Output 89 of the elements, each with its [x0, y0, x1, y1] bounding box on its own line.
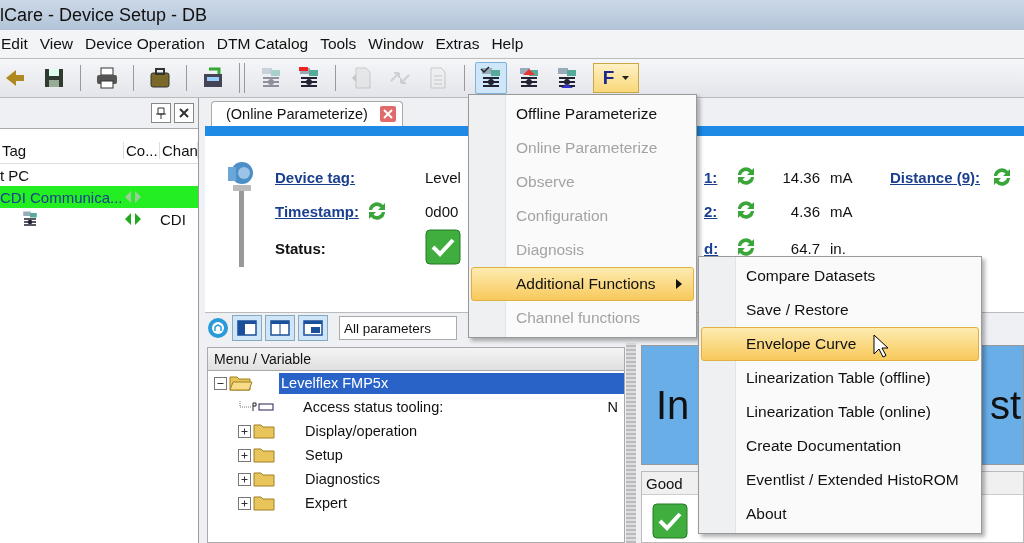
reading-value: 4.36: [790, 202, 820, 220]
layout-button[interactable]: [232, 315, 262, 341]
menu-item[interactable]: Edit: [0, 35, 37, 53]
link[interactable]: Device tag:: [275, 168, 356, 186]
expand-icon[interactable]: [238, 472, 251, 486]
link[interactable]: 2:: [704, 202, 734, 220]
tree-item[interactable]: Display/operation: [303, 420, 624, 442]
folder-icon: [253, 423, 277, 439]
caret-icon: [622, 76, 630, 80]
connection-icon: [124, 191, 142, 203]
briefcase-icon[interactable]: [148, 66, 172, 90]
project-row[interactable]: CDI: [0, 208, 198, 230]
menu-item[interactable]: Envelope Curve: [701, 327, 979, 361]
menu-item[interactable]: Linearization Table (online): [701, 395, 979, 429]
menu-item[interactable]: Help: [490, 35, 533, 53]
link[interactable]: d:: [704, 239, 734, 257]
pin-button[interactable]: [151, 103, 171, 123]
network-icon[interactable]: [517, 66, 541, 90]
close-button[interactable]: [174, 103, 194, 123]
reading-value: 64.7: [790, 239, 820, 257]
function-dropdown-button[interactable]: F: [593, 63, 639, 93]
banner-text: st: [989, 382, 1021, 428]
menu-item[interactable]: DTM Catalog: [215, 35, 318, 53]
column-header[interactable]: Tag: [0, 141, 124, 159]
project-row[interactable]: t PC: [0, 164, 198, 186]
menu-item[interactable]: Window: [367, 35, 433, 53]
menu-item[interactable]: Tools: [319, 35, 366, 53]
tab[interactable]: (Online Parameterize): [211, 101, 403, 126]
reading-unit: mA: [829, 202, 854, 220]
folder-icon: [253, 447, 277, 463]
column-header[interactable]: Menu / Variable: [214, 351, 311, 367]
link[interactable]: Distance (9):: [890, 168, 981, 186]
status-label: Good: [646, 474, 683, 492]
menu-item[interactable]: Create Documentation: [701, 429, 979, 463]
tree-item[interactable]: Access status tooling:: [301, 396, 608, 418]
column-header[interactable]: Co...: [124, 141, 160, 159]
expand-icon[interactable]: [238, 424, 251, 438]
menu-item[interactable]: Eventlist / Extended HistoROM: [701, 463, 979, 497]
reading-unit: in.: [829, 239, 847, 257]
pin-icon: [156, 107, 166, 119]
reading-value: 14.36: [782, 168, 820, 186]
folder-icon: [253, 471, 277, 487]
layout-icon: [237, 320, 257, 336]
filter-dropdown[interactable]: All parameters: [339, 316, 457, 340]
field-value: 0d00: [425, 202, 460, 220]
link[interactable]: Timestamp:: [275, 202, 359, 220]
parameter-icon: [238, 401, 277, 413]
network-icon: [20, 210, 40, 228]
link[interactable]: 1:: [704, 168, 734, 186]
connection-icon: [124, 213, 142, 225]
menu-item[interactable]: Offline Parameterize: [471, 97, 694, 131]
close-icon[interactable]: [379, 106, 396, 122]
close-icon: [179, 108, 189, 118]
column-header[interactable]: Chan: [160, 141, 198, 159]
open-folder-icon: [229, 375, 253, 391]
folder-icon: [253, 495, 277, 511]
menu-item[interactable]: Device Operation: [84, 35, 214, 53]
menu-item[interactable]: About: [701, 497, 979, 531]
tree-item[interactable]: Expert: [303, 492, 624, 514]
expand-icon[interactable]: [238, 496, 251, 510]
reading-unit: mA: [829, 168, 854, 186]
printer-icon[interactable]: [95, 66, 119, 90]
menu-item[interactable]: View: [38, 35, 83, 53]
network-icon[interactable]: [555, 66, 579, 90]
field-value: Level: [425, 168, 462, 186]
collapse-icon[interactable]: [214, 376, 227, 390]
layout-button[interactable]: [298, 315, 328, 341]
banner-text: In: [656, 382, 690, 428]
layout-icon: [303, 320, 323, 336]
menu-item[interactable]: Compare Datasets: [701, 259, 979, 293]
window-title: lCare - Device Setup - DB: [0, 4, 208, 26]
menu-item[interactable]: Save / Restore: [701, 293, 979, 327]
status-label: Status:: [275, 239, 327, 257]
layout-button[interactable]: [265, 315, 295, 341]
parameter-value: N: [607, 399, 618, 415]
home-icon[interactable]: [207, 317, 229, 339]
menu-item[interactable]: Extras: [434, 35, 489, 53]
tree-item[interactable]: Levelflex FMP5x: [279, 372, 624, 394]
menu-item[interactable]: Additional Functions: [471, 267, 694, 301]
menu-item[interactable]: Linearization Table (offline): [701, 361, 979, 395]
tree-item[interactable]: Setup: [303, 444, 624, 466]
network-icon[interactable]: [297, 66, 321, 90]
layout-icon: [270, 320, 290, 336]
device-icon[interactable]: [201, 66, 225, 90]
network-icon[interactable]: [479, 66, 503, 90]
expand-icon[interactable]: [238, 448, 251, 462]
project-row[interactable]: CDI Communica...: [0, 186, 198, 208]
tree-item[interactable]: Diagnostics: [303, 468, 624, 490]
cursor-icon: [873, 334, 889, 358]
